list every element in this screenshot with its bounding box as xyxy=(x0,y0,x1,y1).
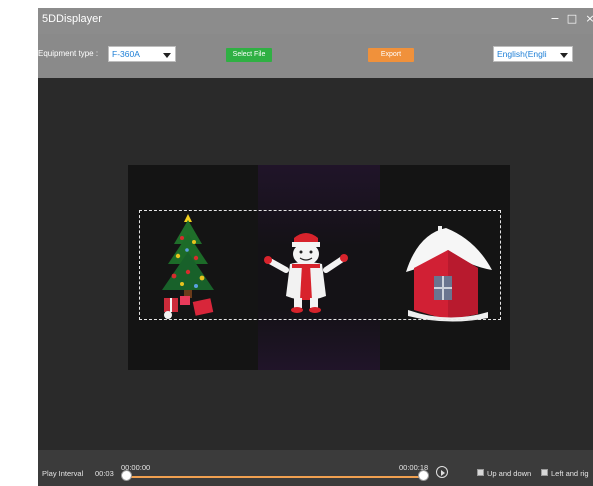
chevron-down-icon xyxy=(163,53,171,58)
equipment-type-select[interactable]: F-360A xyxy=(108,46,176,62)
equipment-type-value: F-360A xyxy=(112,49,140,59)
play-interval-value[interactable]: 00:03 xyxy=(95,469,114,478)
timeline-track[interactable] xyxy=(126,476,426,478)
left-right-checkbox[interactable] xyxy=(541,469,548,476)
play-icon[interactable] xyxy=(436,466,448,478)
equipment-type-label: Equipment type : xyxy=(38,49,99,58)
close-icon[interactable]: × xyxy=(583,11,593,27)
crop-frame[interactable] xyxy=(139,210,501,320)
language-select[interactable]: English(Engli xyxy=(493,46,573,62)
app-window: 5DDisplayer − □ × Equipment type : F-360… xyxy=(38,8,593,486)
export-button[interactable]: Export xyxy=(368,48,414,62)
maximize-icon[interactable]: □ xyxy=(565,11,579,27)
playback-bar: Play Interval 00:03 00:00:00 00:00:18 Up… xyxy=(38,450,593,486)
preview-stage xyxy=(128,165,510,370)
minimize-icon[interactable]: − xyxy=(548,11,562,27)
language-value: English(Engli xyxy=(497,49,547,59)
toolbar: Equipment type : F-360A Select File Expo… xyxy=(38,34,593,78)
left-right-label: Left and rig xyxy=(551,469,589,478)
up-down-label: Up and down xyxy=(487,469,532,478)
timeline-start-handle[interactable] xyxy=(121,470,132,481)
chevron-down-icon xyxy=(560,53,568,58)
play-interval-label: Play Interval xyxy=(42,469,84,478)
title-bar: 5DDisplayer − □ × xyxy=(38,8,593,34)
timeline-end-handle[interactable] xyxy=(418,470,429,481)
up-down-checkbox[interactable] xyxy=(477,469,484,476)
select-file-button[interactable]: Select File xyxy=(226,48,272,62)
window-title: 5DDisplayer xyxy=(42,13,102,25)
